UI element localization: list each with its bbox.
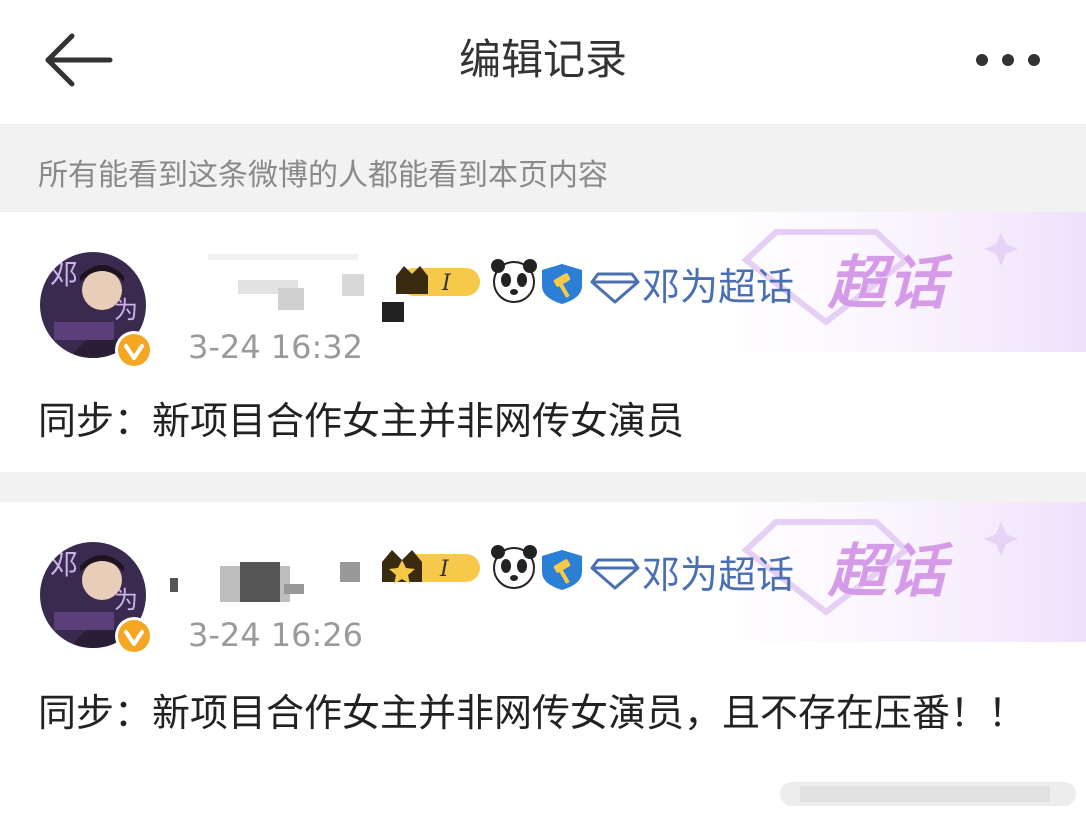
diamond-icon [590,558,640,590]
svg-text:为: 为 [114,296,138,324]
username-redacted [170,562,360,602]
svg-text:邓: 邓 [50,548,78,581]
record-separator [0,472,1086,502]
level-badge-icon: I [382,550,480,584]
username-redacted [208,254,404,322]
notice-text: 所有能看到这条微博的人都能看到本页内容 [38,158,608,193]
back-button[interactable] [40,30,120,90]
top-bar: 编辑记录 [0,0,1086,124]
svg-text:I: I [439,557,450,582]
more-dots-icon [976,54,1040,66]
page-title: 编辑记录 [458,35,627,84]
verified-badge-icon [115,617,153,655]
chaohua-logo: 超话 [828,537,949,605]
post-content: 同步：新项目合作女主并非网传女演员 [38,399,685,443]
level-badge-icon: I [396,266,480,296]
visibility-notice: 所有能看到这条微博的人都能看到本页内容 [0,124,1086,212]
supertopic-link[interactable]: 邓为超话 [642,256,794,311]
user-badges: I [378,544,640,594]
verified-badge-icon [115,331,153,369]
svg-text:邓: 邓 [50,258,78,291]
post-timestamp: 3-24 16:32 [188,328,364,366]
diamond-icon [590,272,640,304]
svg-text:为: 为 [114,586,138,614]
shield-hammer-icon [542,550,582,590]
watermark-redacted [780,782,1076,806]
svg-text:I: I [441,271,452,296]
supertopic-link[interactable]: 邓为超话 [642,544,794,599]
post-content: 同步：新项目合作女主并非网传女演员，且不存在压番！！ [38,691,1027,735]
edit-record: 邓 为 I [0,212,1086,472]
panda-icon [491,545,537,589]
panda-icon [491,259,537,303]
arrow-left-icon [45,33,113,87]
more-button[interactable] [968,40,1048,80]
chaohua-logo: 超话 [828,249,949,317]
post-timestamp: 3-24 16:26 [188,616,364,654]
user-badges: I [390,258,640,308]
shield-hammer-icon [542,264,582,304]
